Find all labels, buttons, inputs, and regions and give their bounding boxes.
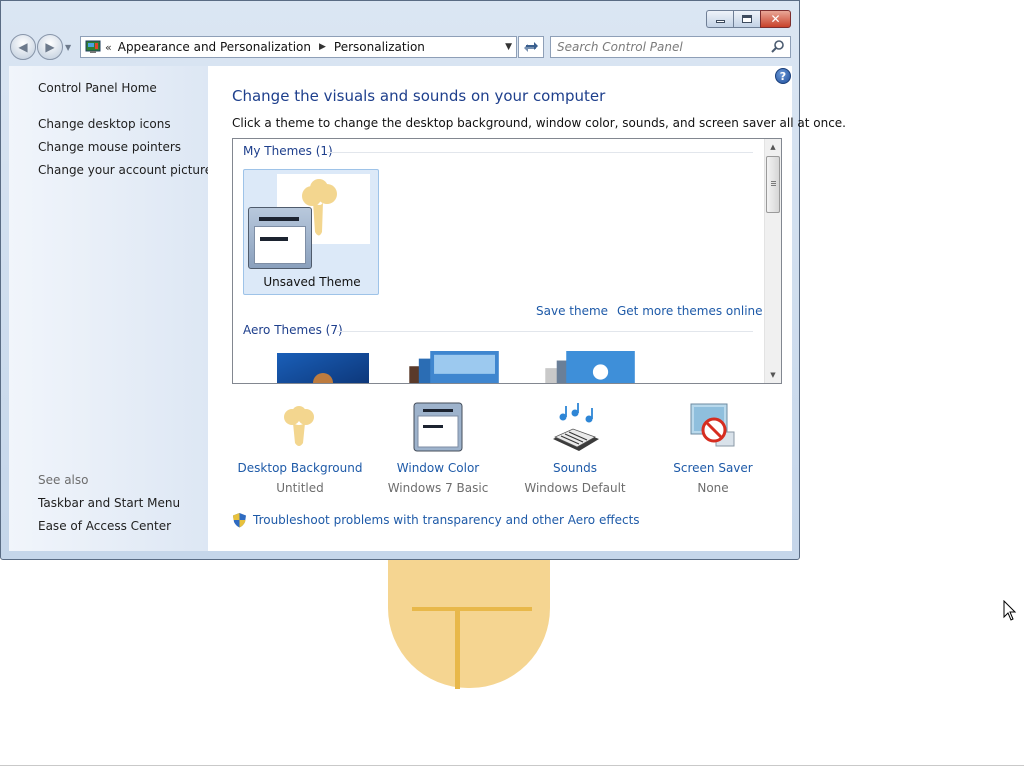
- maximize-button[interactable]: [733, 10, 760, 28]
- forward-button[interactable]: ▶: [37, 34, 63, 60]
- page-description: Click a theme to change the desktop back…: [232, 116, 846, 130]
- back-arrow-icon: ◀: [18, 40, 28, 54]
- wallpaper-stroke: [412, 607, 532, 611]
- sounds-setting[interactable]: Sounds Windows Default: [500, 401, 650, 495]
- desktop-background-icon[interactable]: [280, 405, 320, 449]
- task-pane: Control Panel Home Change desktop icons …: [9, 66, 212, 551]
- theme-item-unsaved[interactable]: Unsaved Theme: [243, 169, 379, 295]
- theme-label: Unsaved Theme: [263, 275, 361, 289]
- refresh-icon: [524, 42, 538, 52]
- screen-saver-setting[interactable]: Screen Saver None: [638, 401, 788, 495]
- scroll-thumb[interactable]: [766, 156, 780, 213]
- screen-saver-icon[interactable]: [688, 402, 738, 452]
- security-shield-icon: [233, 513, 246, 528]
- change-mouse-pointers-link[interactable]: Change mouse pointers: [38, 140, 181, 154]
- control-panel-home-link[interactable]: Control Panel Home: [38, 81, 157, 95]
- recent-pages-dropdown[interactable]: ▼: [65, 43, 71, 52]
- back-button[interactable]: ◀: [10, 34, 36, 60]
- wallpaper-stroke: [455, 609, 460, 689]
- address-bar[interactable]: « Appearance and Personalization ▶ Perso…: [80, 36, 517, 58]
- save-theme-link[interactable]: Save theme: [536, 304, 608, 318]
- minimize-button[interactable]: [706, 10, 733, 28]
- get-more-themes-link[interactable]: Get more themes online: [617, 304, 763, 318]
- change-account-picture-link[interactable]: Change your account picture: [38, 163, 212, 177]
- taskbar-start-menu-link[interactable]: Taskbar and Start Menu: [38, 496, 180, 510]
- breadcrumb-appearance[interactable]: Appearance and Personalization: [118, 40, 311, 54]
- minimize-icon: [715, 20, 725, 23]
- sounds-icon[interactable]: [549, 403, 601, 451]
- change-desktop-icons-link[interactable]: Change desktop icons: [38, 117, 171, 131]
- sounds-link[interactable]: Sounds: [500, 461, 650, 475]
- aero-theme-windows-thumbnail[interactable]: [277, 353, 369, 384]
- refresh-button[interactable]: [518, 36, 544, 58]
- group-divider: [337, 331, 753, 332]
- theme-list-scrollbar[interactable]: ▲ ▼: [764, 139, 781, 383]
- desktop-background-setting[interactable]: Desktop Background Untitled: [225, 401, 375, 495]
- aero-theme-architecture-thumbnail[interactable]: [405, 351, 505, 384]
- personalization-window: ✕ ◀ ▶ ▼ « Appearance and Personalization…: [0, 0, 846, 560]
- close-icon: ✕: [770, 12, 781, 26]
- screen-saver-link[interactable]: Screen Saver: [638, 461, 788, 475]
- see-also-header: See also: [38, 473, 89, 487]
- search-box[interactable]: [550, 36, 791, 58]
- troubleshoot-row: Troubleshoot problems with transparency …: [232, 512, 640, 528]
- mouse-cursor-icon: [1003, 600, 1017, 621]
- troubleshoot-aero-link[interactable]: Troubleshoot problems with transparency …: [253, 513, 640, 527]
- scroll-down-icon[interactable]: ▼: [765, 367, 781, 383]
- caption-buttons: ✕: [706, 10, 791, 28]
- search-input[interactable]: [551, 37, 761, 57]
- window-color-icon[interactable]: [413, 402, 463, 452]
- window-color-preview: [248, 207, 312, 269]
- window-color-value: Windows 7 Basic: [387, 481, 489, 495]
- breadcrumb-personalization[interactable]: Personalization: [334, 40, 425, 54]
- scroll-up-icon[interactable]: ▲: [765, 139, 781, 155]
- group-divider: [327, 152, 753, 153]
- sounds-value: Windows Default: [524, 481, 626, 495]
- maximize-icon: [742, 15, 752, 23]
- screen-saver-value: None: [697, 481, 729, 495]
- help-icon[interactable]: ?: [775, 68, 791, 84]
- page-title: Change the visuals and sounds on your co…: [232, 87, 606, 105]
- navigation-buttons: ◀ ▶ ▼: [10, 34, 71, 60]
- desktop-background-link[interactable]: Desktop Background: [225, 461, 375, 475]
- my-themes-header: My Themes (1): [243, 144, 333, 158]
- window-color-setting[interactable]: Window Color Windows 7 Basic: [363, 401, 513, 495]
- breadcrumb-separator-icon[interactable]: ▶: [319, 42, 326, 52]
- control-panel-icon: [85, 40, 101, 53]
- aero-themes-header: Aero Themes (7): [243, 323, 343, 337]
- ease-of-access-link[interactable]: Ease of Access Center: [38, 519, 171, 533]
- theme-list[interactable]: My Themes (1) Unsaved Theme Save theme G…: [232, 138, 782, 384]
- desktop-edge: [0, 765, 1024, 766]
- main-content: ? Change the visuals and sounds on your …: [208, 66, 846, 551]
- hidden-crumbs-chevron[interactable]: «: [105, 41, 112, 54]
- address-dropdown-icon[interactable]: ▼: [505, 42, 512, 52]
- forward-arrow-icon: ▶: [45, 40, 55, 54]
- search-icon[interactable]: [771, 40, 785, 54]
- close-button[interactable]: ✕: [760, 10, 791, 28]
- aero-theme-characters-thumbnail[interactable]: [541, 351, 641, 384]
- window-color-link[interactable]: Window Color: [363, 461, 513, 475]
- desktop-background-value: Untitled: [276, 481, 324, 495]
